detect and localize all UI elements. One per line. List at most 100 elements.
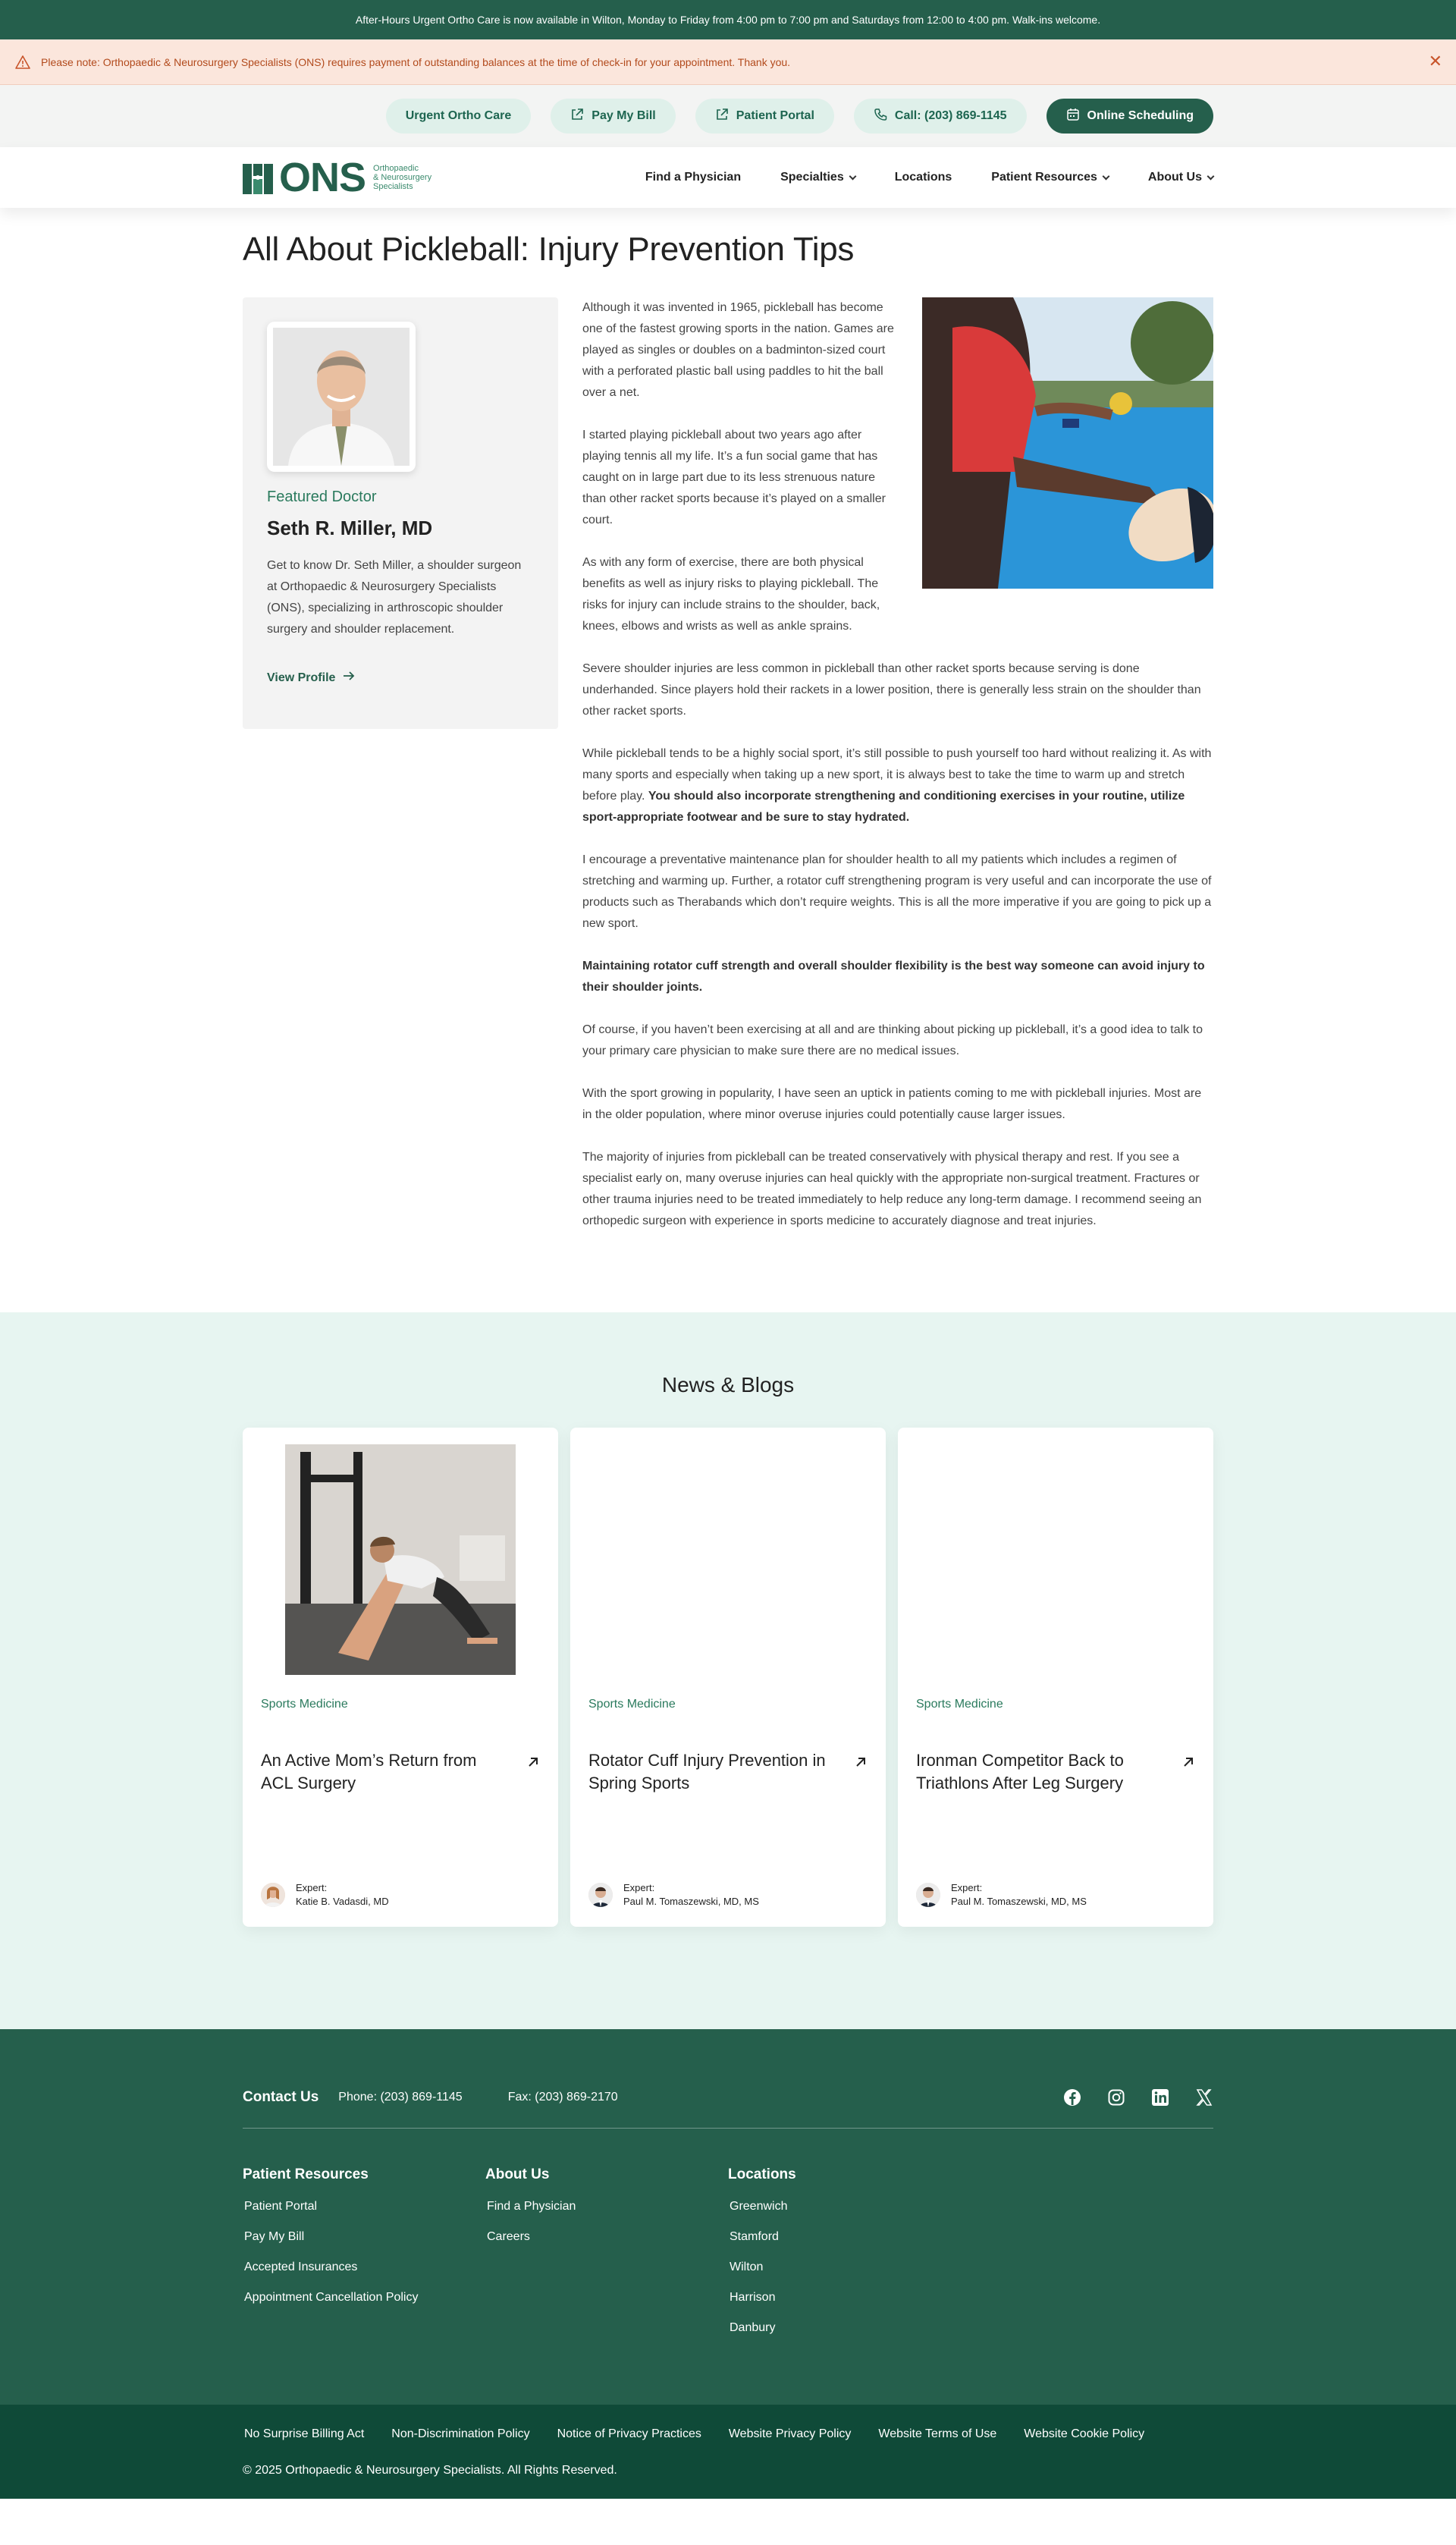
doctor-description: Get to know Dr. Seth Miller, a shoulder …: [267, 559, 522, 636]
nav-label: Locations: [894, 171, 952, 184]
news-card[interactable]: Sports Medicine An Active Mom’s Return f…: [243, 1428, 558, 1927]
alert-text: Please note: Orthopaedic & Neurosurgery …: [41, 55, 791, 68]
contact-us-label: Contact Us: [243, 2089, 319, 2105]
legal-link[interactable]: Website Terms of Use: [878, 2427, 996, 2441]
news-card-title-text: Ironman Competitor Back to Triathlons Af…: [916, 1751, 1124, 1792]
arrow-right-icon: [343, 671, 355, 685]
nav-label: Patient Resources: [991, 171, 1097, 184]
news-card-category: Sports Medicine: [916, 1698, 1003, 1711]
call-label: Call: (203) 869-1145: [894, 109, 1007, 122]
legal-link[interactable]: Notice of Privacy Practices: [557, 2427, 701, 2441]
x-twitter-icon[interactable]: [1195, 2088, 1213, 2107]
external-link-icon: [570, 108, 584, 125]
news-card-title: Rotator Cuff Injury Prevention in Spring…: [588, 1749, 868, 1795]
instagram-icon[interactable]: [1107, 2088, 1125, 2107]
article-content: Although it was invented in 1965, pickle…: [582, 297, 1213, 1253]
view-profile-link[interactable]: View Profile: [267, 671, 534, 685]
article-paragraph: Of course, if you haven’t been exercisin…: [582, 1023, 1203, 1057]
footer-link[interactable]: Danbury: [728, 2321, 971, 2335]
news-card[interactable]: Sports Medicine Rotator Cuff Injury Prev…: [570, 1428, 886, 1927]
nav-find-physician[interactable]: Find a Physician: [645, 171, 741, 184]
avatar: [261, 1883, 285, 1907]
facebook-icon[interactable]: [1063, 2088, 1081, 2107]
site-footer: Contact Us Phone: (203) 869-1145 Fax: (2…: [0, 2029, 1456, 2405]
logo-subtitle-line: & Neurosurgery: [373, 173, 432, 182]
footer-column-title: Locations: [728, 2166, 796, 2182]
pay-my-bill-button[interactable]: Pay My Bill: [551, 99, 676, 134]
news-card-expert: Expert: Paul M. Tomaszewski, MD, MS: [916, 1881, 1087, 1909]
footer-link[interactable]: Find a Physician: [485, 2200, 728, 2214]
article-paragraph: Maintaining rotator cuff strength and ov…: [582, 956, 1213, 998]
nav-patient-resources[interactable]: Patient Resources: [991, 171, 1110, 184]
page-title: All About Pickleball: Injury Prevention …: [243, 231, 855, 268]
legal-link[interactable]: Non-Discrimination Policy: [391, 2427, 529, 2441]
news-blogs-section: News & Blogs Sports Medicine An Active M…: [0, 1312, 1456, 2029]
footer-link[interactable]: Patient Portal: [243, 2200, 485, 2214]
chevron-down-icon: [1102, 172, 1110, 180]
patient-portal-label: Patient Portal: [736, 109, 814, 122]
copyright: © 2025 Orthopaedic & Neurosurgery Specia…: [243, 2464, 617, 2477]
logo-subtitle-line: Orthopaedic: [373, 164, 419, 173]
news-card-expert: Expert: Paul M. Tomaszewski, MD, MS: [588, 1881, 759, 1909]
legal-links: No Surprise Billing Act Non-Discriminati…: [243, 2427, 1213, 2441]
linkedin-icon[interactable]: [1151, 2088, 1169, 2107]
article-paragraph: I encourage a preventative maintenance p…: [582, 853, 1212, 930]
urgent-ortho-care-button[interactable]: Urgent Ortho Care: [385, 99, 532, 134]
footer-link[interactable]: Appointment Cancellation Policy: [243, 2291, 485, 2305]
footer-column-about-us: About Us Find a Physician Careers: [485, 2166, 728, 2352]
footer-link[interactable]: Harrison: [728, 2291, 971, 2305]
view-profile-label: View Profile: [267, 671, 336, 684]
article-section: All About Pickleball: Injury Prevention …: [0, 231, 1456, 1253]
footer-column-title: Patient Resources: [243, 2166, 369, 2182]
social-links: [1063, 2088, 1213, 2107]
article-emphasis: You should also incorporate strengthenin…: [582, 790, 1185, 824]
nav-label: About Us: [1147, 171, 1202, 184]
footer-link[interactable]: Pay My Bill: [243, 2230, 485, 2244]
nav-specialties[interactable]: Specialties: [780, 171, 857, 184]
nav-label: Specialties: [780, 171, 844, 184]
close-icon[interactable]: ✕: [1429, 53, 1442, 70]
expert-name: Paul M. Tomaszewski, MD, MS: [623, 1896, 759, 1907]
footer-columns: Patient Resources Patient Portal Pay My …: [243, 2166, 1213, 2352]
patient-portal-button[interactable]: Patient Portal: [695, 99, 834, 134]
pay-my-bill-label: Pay My Bill: [592, 109, 656, 122]
news-card-image: [285, 1444, 516, 1675]
online-scheduling-button[interactable]: Online Scheduling: [1046, 99, 1213, 134]
footer-link[interactable]: Stamford: [728, 2230, 971, 2244]
legal-link[interactable]: Website Cookie Policy: [1024, 2427, 1144, 2441]
footer-phone[interactable]: Phone: (203) 869-1145: [338, 2091, 462, 2104]
footer-link[interactable]: Wilton: [728, 2261, 971, 2274]
nav-links: Find a Physician Specialties Locations P…: [645, 171, 1215, 184]
pickleball-player-image: [922, 297, 1213, 589]
footer-link[interactable]: Greenwich: [728, 2200, 971, 2214]
nav-about-us[interactable]: About Us: [1147, 171, 1215, 184]
news-card-title: An Active Mom’s Return from ACL Surgery: [261, 1749, 540, 1795]
footer-column-patient-resources: Patient Resources Patient Portal Pay My …: [243, 2166, 485, 2352]
doctor-name: Seth R. Miller, MD: [267, 517, 433, 539]
legal-link[interactable]: Website Privacy Policy: [729, 2427, 852, 2441]
news-card-title-text: An Active Mom’s Return from ACL Surgery: [261, 1751, 477, 1792]
footer-link[interactable]: Accepted Insurances: [243, 2261, 485, 2274]
footer-link[interactable]: Careers: [485, 2230, 728, 2244]
news-card-category: Sports Medicine: [588, 1698, 676, 1711]
nav-label: Find a Physician: [645, 171, 742, 184]
announcement-bar: After-Hours Urgent Ortho Care is now ava…: [0, 0, 1456, 39]
legal-link[interactable]: No Surprise Billing Act: [244, 2427, 364, 2441]
nav-locations[interactable]: Locations: [895, 171, 952, 184]
news-card-image: [613, 1444, 843, 1675]
arrow-up-right-icon: [854, 1752, 868, 1767]
expert-label: Expert:: [296, 1882, 328, 1893]
external-link-icon: [715, 108, 729, 125]
legal-bar: No Surprise Billing Act Non-Discriminati…: [0, 2405, 1456, 2499]
arrow-up-right-icon: [526, 1752, 540, 1767]
main-navigation: ONS Orthopaedic & Neurosurgery Specialis…: [0, 147, 1456, 208]
news-card[interactable]: Sports Medicine Ironman Competitor Back …: [898, 1428, 1213, 1927]
footer-column-title: About Us: [485, 2166, 550, 2182]
ons-logo[interactable]: ONS Orthopaedic & Neurosurgery Specialis…: [243, 157, 432, 198]
expert-name: Katie B. Vadasdi, MD: [296, 1896, 389, 1907]
news-card-title-text: Rotator Cuff Injury Prevention in Spring…: [588, 1751, 826, 1792]
call-button[interactable]: Call: (203) 869-1145: [853, 99, 1027, 134]
article-paragraph: With the sport growing in popularity, I …: [582, 1087, 1202, 1121]
doctor-photo: [267, 322, 416, 472]
article-paragraph: While pickleball tends to be a highly so…: [582, 743, 1213, 828]
